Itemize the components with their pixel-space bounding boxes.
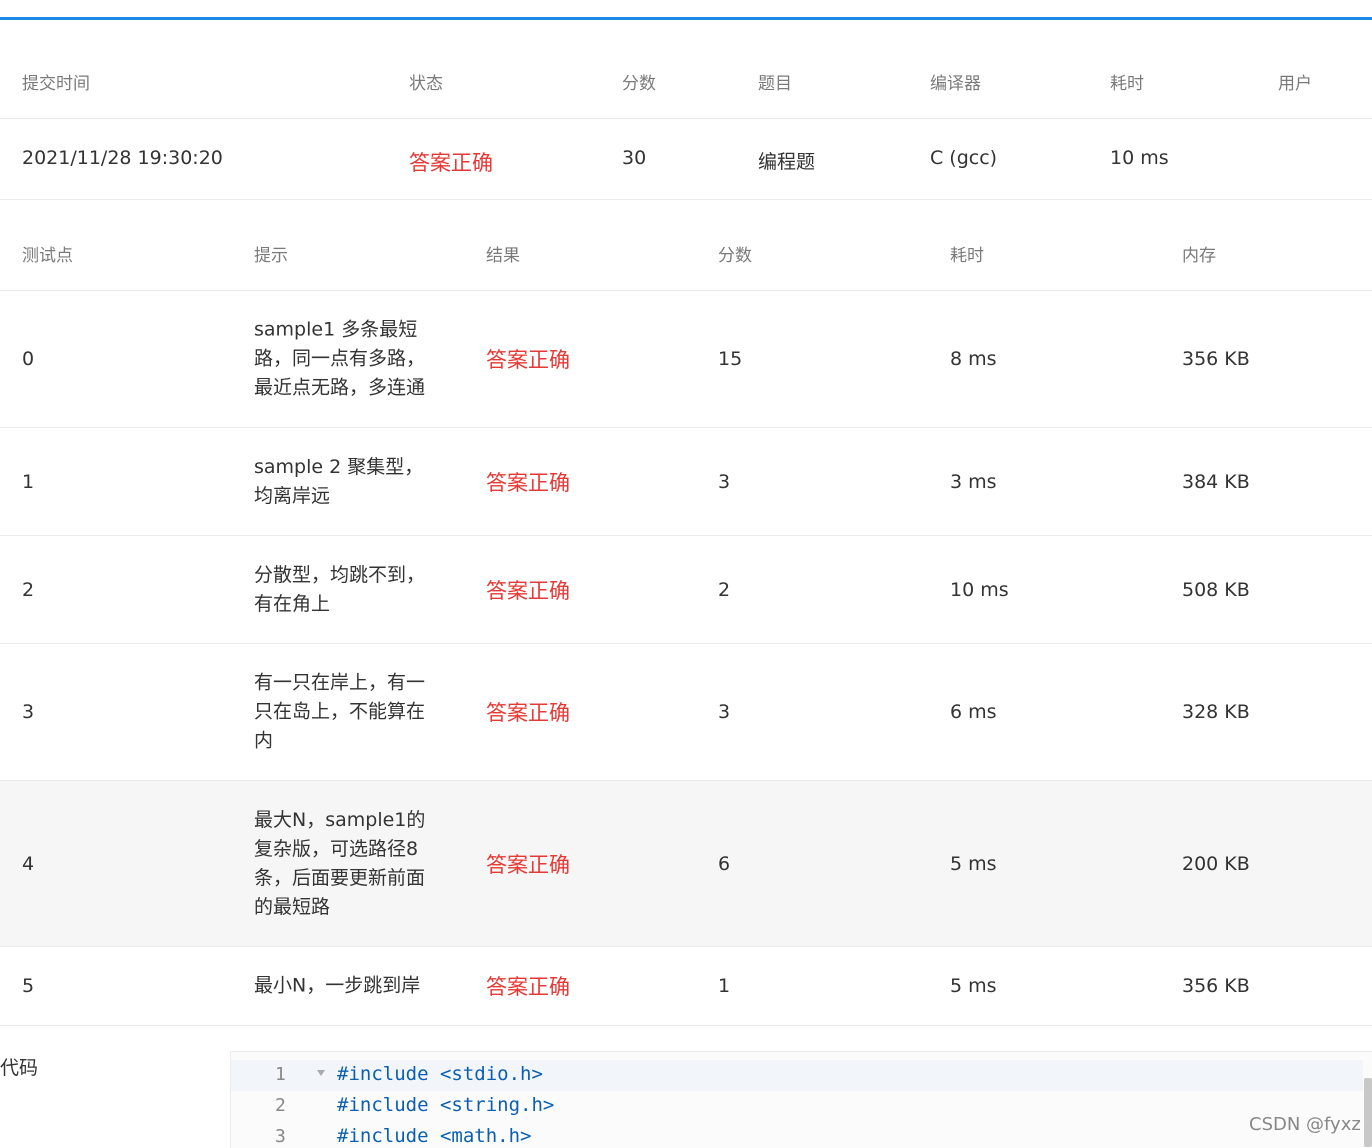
header-status: 状态	[409, 74, 443, 94]
code-line[interactable]: 3 #include <math.h>	[231, 1122, 1363, 1148]
table-row: 2 分散型，均跳不到，有在角上 答案正确 2 10 ms 508 KB	[0, 536, 1372, 644]
submission-row: 2021/11/28 19:30:20 答案正确 30 编程题 C (gcc) …	[0, 119, 1372, 200]
case-time: 10 ms	[950, 578, 1009, 601]
submission-header-row: 提交时间 状态 分数 题目 编译器 耗时 用户	[0, 20, 1372, 119]
case-memory: 356 KB	[1182, 348, 1250, 370]
case-time: 5 ms	[950, 975, 997, 997]
case-time: 3 ms	[950, 470, 997, 493]
header-submit-time: 提交时间	[22, 74, 90, 94]
case-memory: 384 KB	[1182, 470, 1250, 493]
case-result: 答案正确	[486, 852, 570, 877]
case-score: 6	[718, 852, 731, 875]
case-time: 8 ms	[950, 348, 997, 370]
case-id: 2	[22, 578, 35, 601]
test-case-table: 测试点 提示 结果 分数 耗时 内存	[0, 199, 1372, 291]
header-result: 结果	[486, 246, 520, 266]
table-row: 4 最大N，sample1的复杂版，可选路径8条，后面要更新前面的最短路 答案正…	[0, 781, 1372, 947]
header-case-score: 分数	[718, 246, 752, 266]
case-result: 答案正确	[486, 701, 570, 725]
case-id: 0	[22, 348, 35, 370]
case-score: 3	[718, 470, 731, 493]
case-time: 6 ms	[950, 701, 997, 723]
code-text: #include <string.h>	[337, 1094, 555, 1116]
case-result: 答案正确	[486, 578, 570, 603]
case-memory: 328 KB	[1182, 701, 1250, 723]
header-user: 用户	[1278, 74, 1312, 94]
case-result: 答案正确	[486, 975, 570, 999]
case-id: 1	[22, 470, 35, 493]
code-line[interactable]: 1 #include <stdio.h>	[231, 1060, 1363, 1091]
header-problem: 题目	[758, 74, 792, 94]
submission-elapsed: 10 ms	[1110, 147, 1169, 169]
case-score: 15	[718, 348, 743, 370]
header-test-point: 测试点	[22, 246, 73, 266]
submit-time: 2021/11/28 19:30:20	[22, 147, 223, 169]
header-memory: 内存	[1182, 246, 1216, 266]
watermark: CSDN @fyxz	[1249, 1114, 1361, 1135]
code-text: #include <math.h>	[337, 1125, 532, 1147]
case-hint: sample1 多条最短路，同一点有多路，最近点无路，多连通	[254, 318, 426, 399]
header-compiler: 编译器	[930, 74, 981, 94]
case-id: 4	[22, 852, 35, 875]
line-number: 2	[275, 1095, 286, 1116]
line-number: 3	[275, 1126, 286, 1147]
table-row: 0 sample1 多条最短路，同一点有多路，最近点无路，多连通 答案正确 15…	[0, 291, 1372, 428]
case-result: 答案正确	[486, 348, 570, 372]
case-memory: 356 KB	[1182, 975, 1250, 997]
header-score: 分数	[622, 74, 656, 94]
case-id: 3	[22, 701, 35, 723]
header-case-time: 耗时	[950, 246, 984, 266]
header-elapsed: 耗时	[1110, 74, 1144, 94]
table-row: 3 有一只在岸上，有一只在岛上，不能算在内 答案正确 3 6 ms 328 KB	[0, 644, 1372, 781]
code-label: 代码	[0, 1057, 39, 1079]
code-text: #include <stdio.h>	[337, 1063, 543, 1085]
case-score: 3	[718, 701, 731, 723]
cases-header-row: 测试点 提示 结果 分数 耗时 内存	[0, 199, 1372, 291]
case-score: 2	[718, 578, 731, 601]
editor-scrollbar[interactable]	[1364, 1078, 1372, 1147]
case-hint: sample 2 聚集型，均离岸远	[254, 455, 424, 507]
case-result: 答案正确	[486, 470, 570, 495]
submission-compiler: C (gcc)	[930, 147, 998, 169]
case-score: 1	[718, 975, 731, 997]
submission-problem[interactable]: 编程题	[758, 147, 815, 174]
case-memory: 200 KB	[1182, 852, 1250, 875]
line-number: 1	[275, 1064, 286, 1085]
case-hint: 有一只在岸上，有一只在岛上，不能算在内	[254, 671, 426, 752]
submission-status: 答案正确	[409, 151, 493, 175]
case-hint: 最大N，sample1的复杂版，可选路径8条，后面要更新前面的最短路	[254, 808, 426, 918]
case-hint: 最小N，一步跳到岸	[254, 974, 421, 997]
fold-arrow-icon[interactable]	[317, 1070, 325, 1076]
case-memory: 508 KB	[1182, 578, 1250, 601]
header-hint: 提示	[254, 246, 288, 266]
case-id: 5	[22, 975, 35, 997]
case-hint: 分散型，均跳不到，有在角上	[254, 563, 426, 615]
submission-table: 提交时间 状态 分数 题目 编译器 耗时 用户 2021/11/28 19:30…	[0, 20, 1372, 200]
table-row: 1 sample 2 聚集型，均离岸远 答案正确 3 3 ms 384 KB	[0, 428, 1372, 536]
case-time: 5 ms	[950, 852, 997, 875]
submission-score: 30	[622, 147, 647, 169]
table-row: 5 最小N，一步跳到岸 答案正确 1 5 ms 356 KB	[0, 947, 1372, 1026]
code-editor[interactable]: 1 #include <stdio.h> 2 #include <string.…	[230, 1051, 1372, 1148]
code-line[interactable]: 2 #include <string.h>	[231, 1091, 1363, 1122]
